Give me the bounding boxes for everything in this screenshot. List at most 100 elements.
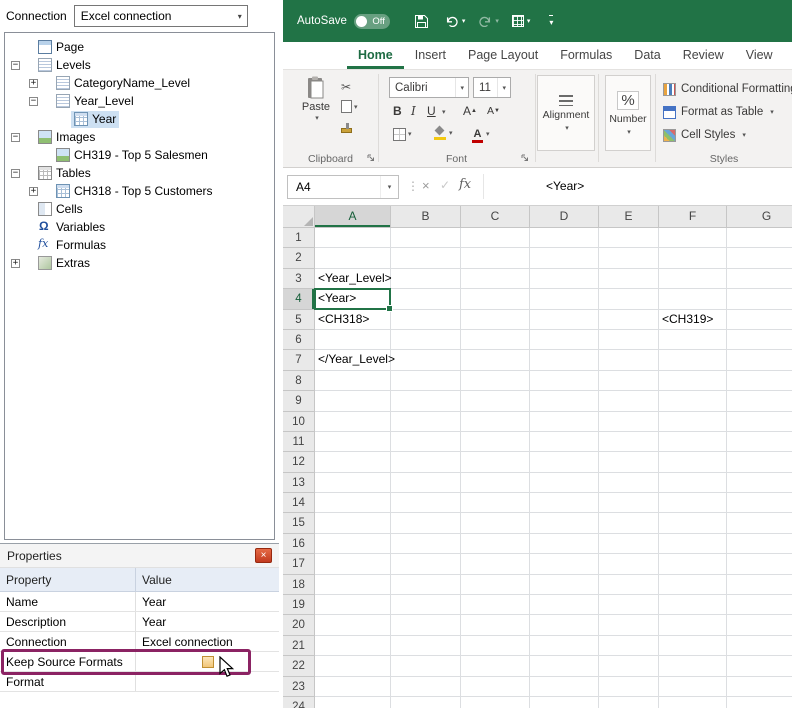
cell-g20[interactable] xyxy=(727,615,792,635)
cell-a24[interactable] xyxy=(315,697,391,708)
cell-e20[interactable] xyxy=(599,615,659,635)
row-header-5[interactable]: 5 xyxy=(283,310,315,330)
undo-button[interactable]: ▾ xyxy=(445,15,466,27)
cell-d1[interactable] xyxy=(530,228,599,248)
cell-b17[interactable] xyxy=(391,554,461,574)
row-header-11[interactable]: 11 xyxy=(283,432,315,452)
cell-c19[interactable] xyxy=(461,595,530,615)
cell-d21[interactable] xyxy=(530,636,599,656)
cell-b7[interactable] xyxy=(391,350,461,370)
property-row-name[interactable]: NameYear xyxy=(0,592,279,612)
cell-d10[interactable] xyxy=(530,412,599,432)
tab-view[interactable]: View xyxy=(735,42,784,69)
font-color-button[interactable]: A▾ xyxy=(471,126,490,142)
cell-d3[interactable] xyxy=(530,269,599,289)
cell-a13[interactable] xyxy=(315,473,391,493)
column-header-c[interactable]: C xyxy=(461,206,530,228)
row-header-12[interactable]: 12 xyxy=(283,452,315,472)
cell-c4[interactable] xyxy=(461,289,530,309)
column-header-e[interactable]: E xyxy=(599,206,659,228)
cell-d24[interactable] xyxy=(530,697,599,708)
cell-e15[interactable] xyxy=(599,513,659,533)
tree-item-tables[interactable]: −Tables xyxy=(5,164,274,182)
cell-f14[interactable] xyxy=(659,493,727,513)
property-row-connection[interactable]: ConnectionExcel connection xyxy=(0,632,279,652)
cell-b11[interactable] xyxy=(391,432,461,452)
cell-b12[interactable] xyxy=(391,452,461,472)
cell-g8[interactable] xyxy=(727,371,792,391)
cell-g6[interactable] xyxy=(727,330,792,350)
cell-e17[interactable] xyxy=(599,554,659,574)
cell-c16[interactable] xyxy=(461,534,530,554)
row-header-10[interactable]: 10 xyxy=(283,412,315,432)
cell-e13[interactable] xyxy=(599,473,659,493)
tab-data[interactable]: Data xyxy=(623,42,671,69)
cell-g15[interactable] xyxy=(727,513,792,533)
cell-c8[interactable] xyxy=(461,371,530,391)
cell-c10[interactable] xyxy=(461,412,530,432)
cell-d9[interactable] xyxy=(530,391,599,411)
cell-f18[interactable] xyxy=(659,575,727,595)
fill-color-button[interactable]: ▾ xyxy=(433,125,453,141)
cell-f20[interactable] xyxy=(659,615,727,635)
cell-c13[interactable] xyxy=(461,473,530,493)
row-header-14[interactable]: 14 xyxy=(283,493,315,513)
row-header-23[interactable]: 23 xyxy=(283,677,315,697)
cell-d11[interactable] xyxy=(530,432,599,452)
cell-g4[interactable] xyxy=(727,289,792,309)
keep-source-formats-checkbox[interactable] xyxy=(202,656,214,668)
cell-c9[interactable] xyxy=(461,391,530,411)
cell-g18[interactable] xyxy=(727,575,792,595)
cell-g5[interactable] xyxy=(727,310,792,330)
row-header-6[interactable]: 6 xyxy=(283,330,315,350)
cell-d16[interactable] xyxy=(530,534,599,554)
cell-e6[interactable] xyxy=(599,330,659,350)
cell-g3[interactable] xyxy=(727,269,792,289)
row-header-1[interactable]: 1 xyxy=(283,228,315,248)
cell-g24[interactable] xyxy=(727,697,792,708)
tab-review[interactable]: Review xyxy=(672,42,735,69)
cell-f13[interactable] xyxy=(659,473,727,493)
cell-c6[interactable] xyxy=(461,330,530,350)
cell-f3[interactable] xyxy=(659,269,727,289)
italic-button[interactable]: I xyxy=(411,103,416,119)
row-header-21[interactable]: 21 xyxy=(283,636,315,656)
column-header-b[interactable]: B xyxy=(391,206,461,228)
cell-g13[interactable] xyxy=(727,473,792,493)
cell-f12[interactable] xyxy=(659,452,727,472)
cell-d13[interactable] xyxy=(530,473,599,493)
cell-d18[interactable] xyxy=(530,575,599,595)
cell-c23[interactable] xyxy=(461,677,530,697)
cell-d20[interactable] xyxy=(530,615,599,635)
cell-a15[interactable] xyxy=(315,513,391,533)
cell-f10[interactable] xyxy=(659,412,727,432)
tree-collapse-icon[interactable]: − xyxy=(11,61,20,70)
cell-a20[interactable] xyxy=(315,615,391,635)
cell-b21[interactable] xyxy=(391,636,461,656)
row-header-24[interactable]: 24 xyxy=(283,697,315,708)
cell-a4[interactable]: <Year> xyxy=(315,289,391,309)
cell-f7[interactable] xyxy=(659,350,727,370)
cell-c1[interactable] xyxy=(461,228,530,248)
cell-d17[interactable] xyxy=(530,554,599,574)
column-header-g[interactable]: G xyxy=(727,206,792,228)
font-dialog-launcher-icon[interactable] xyxy=(521,154,529,162)
property-row-keep-source-formats[interactable]: Keep Source Formats xyxy=(0,652,279,672)
row-header-2[interactable]: 2 xyxy=(283,248,315,268)
enter-icon[interactable]: ✓ xyxy=(440,178,450,192)
tree-item-year-level[interactable]: −Year_Level xyxy=(5,92,274,110)
cell-g22[interactable] xyxy=(727,656,792,676)
cell-styles-button[interactable]: Cell Styles ▾ xyxy=(663,125,746,145)
cell-b5[interactable] xyxy=(391,310,461,330)
row-header-3[interactable]: 3 xyxy=(283,269,315,289)
tab-insert[interactable]: Insert xyxy=(404,42,457,69)
format-painter-button[interactable] xyxy=(341,118,352,136)
cell-g21[interactable] xyxy=(727,636,792,656)
tree-item-year[interactable]: Year xyxy=(5,110,274,128)
tree-item-ch318-top-5-customers[interactable]: +CH318 - Top 5 Customers xyxy=(5,182,274,200)
cell-c7[interactable] xyxy=(461,350,530,370)
row-header-7[interactable]: 7 xyxy=(283,350,315,370)
row-header-19[interactable]: 19 xyxy=(283,595,315,615)
tree-collapse-icon[interactable]: − xyxy=(11,169,20,178)
cell-g19[interactable] xyxy=(727,595,792,615)
